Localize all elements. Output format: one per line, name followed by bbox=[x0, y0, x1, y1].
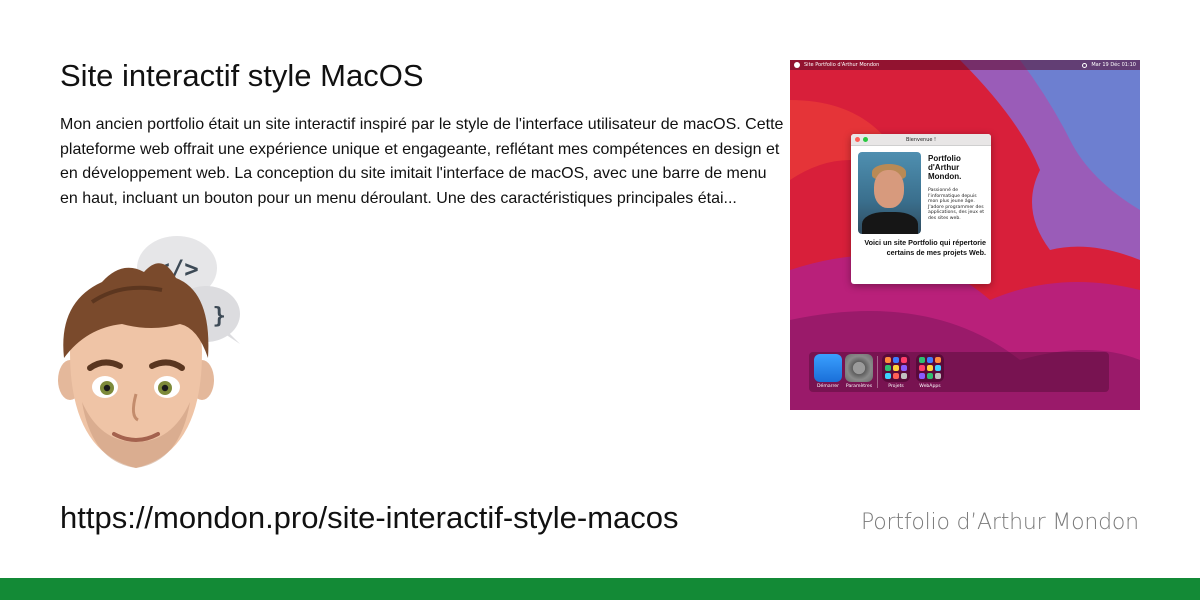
menubar-date: Mar 19 Déc 01:10 bbox=[1091, 62, 1136, 68]
dock-label: Projets bbox=[888, 384, 904, 389]
search-icon[interactable] bbox=[1082, 62, 1088, 68]
dock-item-parametres[interactable]: Paramètres bbox=[844, 354, 874, 389]
dock-label: Paramètres bbox=[845, 384, 873, 389]
window-titlebar[interactable]: Bienvenue ! bbox=[851, 134, 991, 146]
memoji-avatar-icon: </> { } bbox=[58, 236, 240, 468]
page-title: Site interactif style MacOS bbox=[60, 58, 424, 93]
window-body: Passionné de l'informatique depuis mon p… bbox=[928, 188, 985, 221]
folder-icon bbox=[882, 354, 910, 382]
window-heading: Portfolio d'Arthur Mondon. bbox=[928, 154, 962, 181]
dock-label: Démarrer bbox=[817, 384, 839, 389]
dock-item-projets[interactable]: Projets bbox=[881, 354, 911, 389]
apple-icon[interactable] bbox=[794, 62, 800, 68]
macos-dock: Démarrer Paramètres Projets WebApps bbox=[809, 352, 1109, 392]
page-url-link[interactable]: https://mondon.pro/site-interactif-style… bbox=[60, 500, 679, 536]
macos-screenshot: Site Portfolio d'Arthur Mondon Mar 19 Dé… bbox=[790, 60, 1140, 410]
gear-icon bbox=[845, 354, 873, 382]
window-title: Bienvenue ! bbox=[905, 137, 937, 143]
dock-separator bbox=[877, 356, 878, 388]
brand-name: Portfolio d’Arthur Mondon bbox=[861, 510, 1139, 535]
dock-label: WebApps bbox=[919, 384, 941, 389]
menubar-title: Site Portfolio d'Arthur Mondon bbox=[804, 62, 880, 68]
dock-item-demarrer[interactable]: Démarrer bbox=[813, 354, 843, 389]
welcome-window[interactable]: Bienvenue ! Portfolio d'Arthur Mondon. P… bbox=[851, 134, 991, 284]
macos-menubar[interactable]: Site Portfolio d'Arthur Mondon Mar 19 Dé… bbox=[790, 60, 1140, 70]
description: Mon ancien portfolio était un site inter… bbox=[60, 116, 784, 207]
window-footer-text: Voici un site Portfolio qui répertorie c… bbox=[864, 238, 986, 257]
folder-icon bbox=[916, 354, 944, 382]
footer-bar bbox=[0, 578, 1200, 600]
profile-photo bbox=[858, 152, 921, 234]
dock-item-webapps[interactable]: WebApps bbox=[915, 354, 945, 389]
rocket-icon bbox=[814, 354, 842, 382]
